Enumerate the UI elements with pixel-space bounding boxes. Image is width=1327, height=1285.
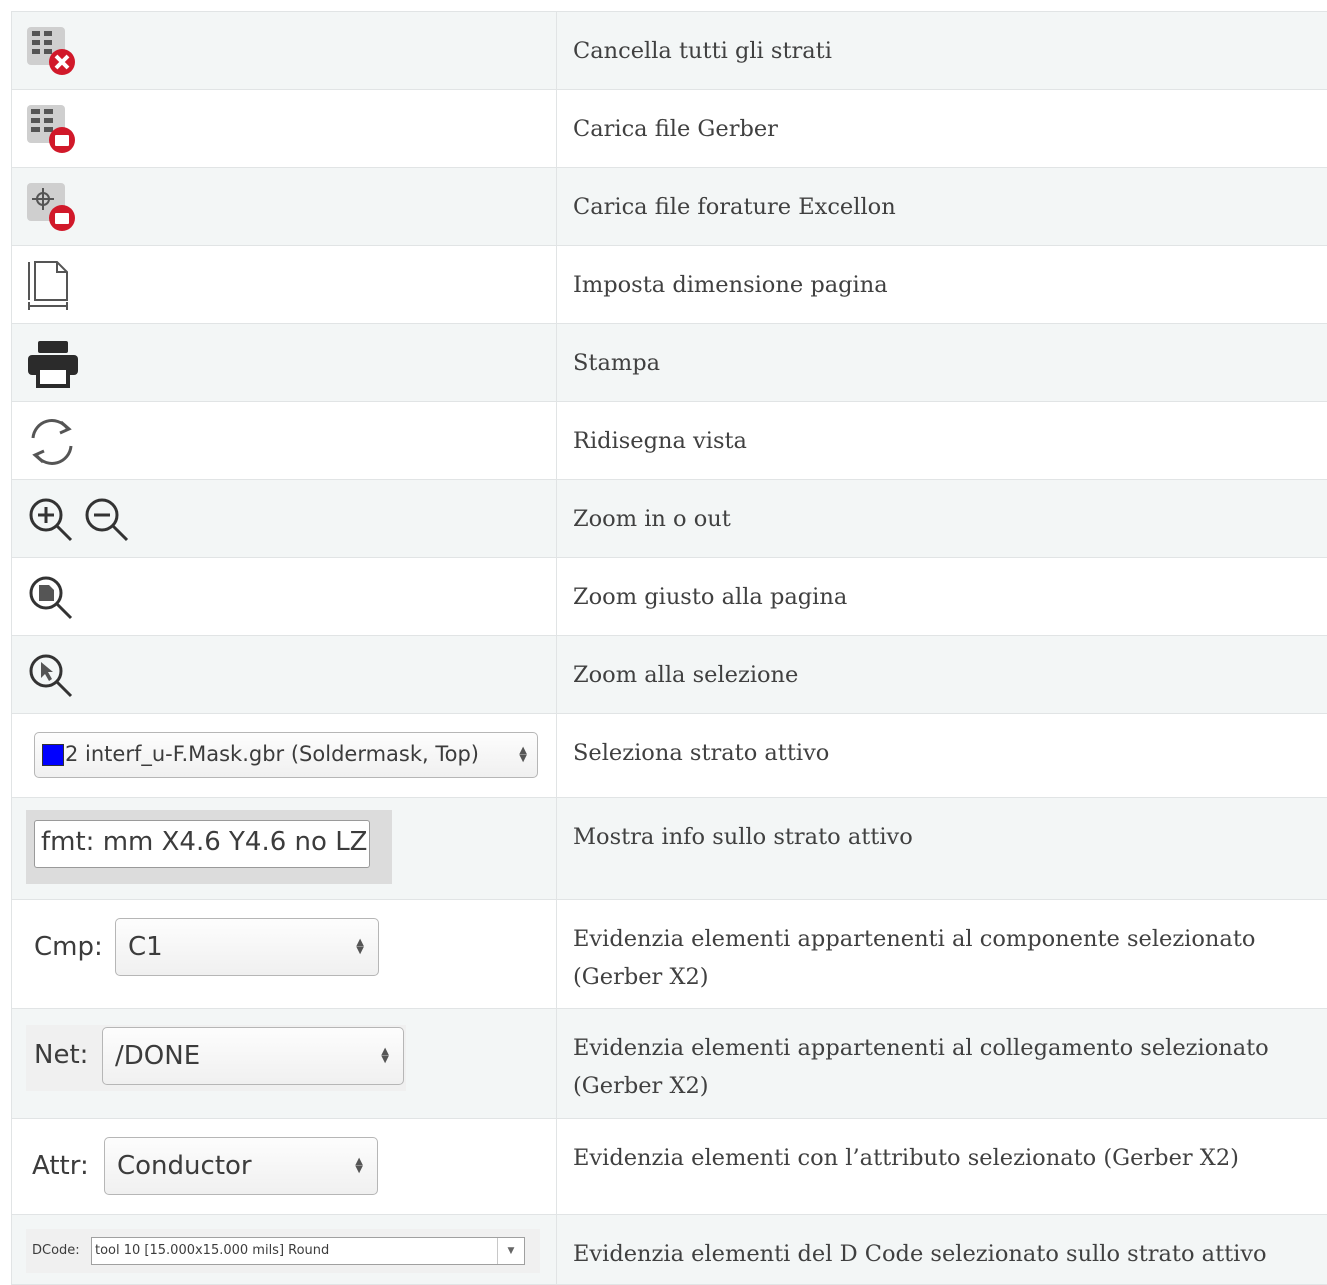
load-excellon-icon[interactable] xyxy=(26,182,78,234)
net-label: Net: xyxy=(34,1040,88,1070)
row-description: Carica file Gerber xyxy=(573,110,1327,148)
row-description: Zoom in o out xyxy=(573,500,1327,538)
table-row: Carica file Gerber xyxy=(12,90,1327,168)
net-select[interactable]: /DONE ▲▼ xyxy=(102,1027,404,1085)
clear-all-layers-icon[interactable] xyxy=(26,26,78,78)
table-row: fmt: mm X4.6 Y4.6 no LZ Mostra info sull… xyxy=(12,798,1327,900)
cmp-label: Cmp: xyxy=(34,932,103,962)
dcode-label: DCode: xyxy=(32,1243,80,1258)
row-description: Evidenzia elementi appartenenti al compo… xyxy=(573,920,1327,996)
row-description: Cancella tutti gli strati xyxy=(573,32,1327,70)
table-row: Imposta dimensione pagina xyxy=(12,246,1327,324)
table-row: 2 interf_u-F.Mask.gbr (Soldermask, Top) … xyxy=(12,714,1327,798)
active-layer-select[interactable]: 2 interf_u-F.Mask.gbr (Soldermask, Top) … xyxy=(34,732,538,778)
row-description: Zoom giusto alla pagina xyxy=(573,578,1327,616)
row-description: Evidenzia elementi con l’attributo selez… xyxy=(573,1139,1327,1177)
table-row: Zoom giusto alla pagina xyxy=(12,558,1327,636)
row-description: Zoom alla selezione xyxy=(573,656,1327,694)
layer-info-value: fmt: mm X4.6 Y4.6 no LZ xyxy=(41,827,368,857)
attr-label: Attr: xyxy=(32,1151,89,1181)
table-row: Cancella tutti gli strati xyxy=(12,12,1327,90)
component-value: C1 xyxy=(128,932,163,962)
zoom-fit-page-icon[interactable] xyxy=(28,575,74,621)
row-description: Carica file forature Excellon xyxy=(573,188,1327,226)
zoom-in-icon[interactable] xyxy=(28,497,74,543)
table-row: Zoom in o out xyxy=(12,480,1327,558)
zoom-out-icon[interactable] xyxy=(84,497,130,543)
row-description: Imposta dimensione pagina xyxy=(573,266,1327,304)
dcode-select[interactable]: tool 10 [15.000x15.000 mils] Round ▼ xyxy=(91,1237,525,1265)
table-row: DCode: tool 10 [15.000x15.000 mils] Roun… xyxy=(12,1215,1327,1285)
attribute-select[interactable]: Conductor ▲▼ xyxy=(104,1137,378,1195)
row-description: Ridisegna vista xyxy=(573,422,1327,460)
dcode-value: tool 10 [15.000x15.000 mils] Round xyxy=(95,1243,329,1258)
row-description: Seleziona strato attivo xyxy=(573,734,1327,772)
toolbar-reference-table: Cancella tutti gli strati Carica file Ge… xyxy=(11,11,1327,1285)
component-select[interactable]: C1 ▲▼ xyxy=(115,918,379,976)
page-size-icon[interactable] xyxy=(27,260,73,312)
table-row: Zoom alla selezione xyxy=(12,636,1327,714)
attribute-value: Conductor xyxy=(117,1151,252,1181)
redraw-icon[interactable] xyxy=(27,416,77,468)
load-gerber-icon[interactable] xyxy=(26,104,78,156)
row-description: Mostra info sullo strato attivo xyxy=(573,818,1327,856)
table-row: Stampa xyxy=(12,324,1327,402)
dropdown-arrow-icon: ▼ xyxy=(497,1238,524,1264)
table-row: Attr: Conductor ▲▼ Evidenzia elementi co… xyxy=(12,1119,1327,1215)
row-description: Evidenzia elementi del D Code selezionat… xyxy=(573,1235,1327,1273)
spin-arrows-icon: ▲▼ xyxy=(381,1048,389,1064)
zoom-selection-icon[interactable] xyxy=(28,653,74,699)
layer-info-field: fmt: mm X4.6 Y4.6 no LZ xyxy=(34,820,370,868)
spin-arrows-icon: ▲▼ xyxy=(355,1158,363,1174)
dcode-panel: DCode: tool 10 [15.000x15.000 mils] Roun… xyxy=(26,1229,540,1273)
row-description: Evidenzia elementi appartenenti al colle… xyxy=(573,1029,1327,1105)
spin-arrows-icon: ▲▼ xyxy=(519,747,527,763)
active-layer-value: 2 interf_u-F.Mask.gbr (Soldermask, Top) xyxy=(65,742,479,766)
table-row: Carica file forature Excellon xyxy=(12,168,1327,246)
net-value: /DONE xyxy=(115,1041,200,1071)
layer-color-swatch xyxy=(42,744,64,766)
net-panel: Net: /DONE ▲▼ xyxy=(26,1025,406,1091)
spin-arrows-icon: ▲▼ xyxy=(356,939,364,955)
table-row: Ridisegna vista xyxy=(12,402,1327,480)
row-description: Stampa xyxy=(573,344,1327,382)
table-row: Cmp: C1 ▲▼ Evidenzia elementi appartenen… xyxy=(12,900,1327,1009)
layer-info-panel: fmt: mm X4.6 Y4.6 no LZ xyxy=(26,810,392,884)
table-row: Net: /DONE ▲▼ Evidenzia elementi apparte… xyxy=(12,1009,1327,1119)
print-icon[interactable] xyxy=(27,340,79,388)
